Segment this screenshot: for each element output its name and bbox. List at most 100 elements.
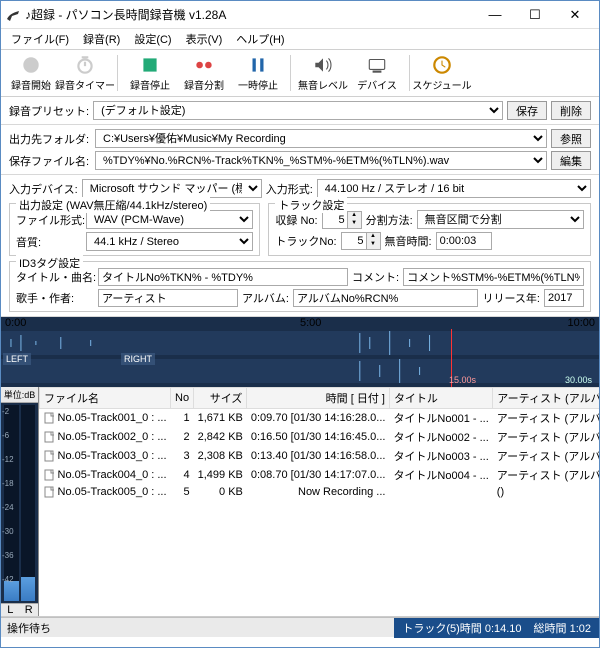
table-row[interactable]: No.05-Track002_0 : ...22,842 KB0:16.50 [… (40, 428, 600, 447)
id3-year-label: リリース年: (482, 290, 540, 306)
quality-select[interactable]: 44.1 kHz / Stereo (86, 232, 253, 251)
waveform-timeaxis: 0:00 5:00 10:00 (1, 317, 599, 329)
silence-label: 無音時間: (385, 233, 432, 249)
maximize-button[interactable]: ☐ (515, 2, 555, 28)
col-artist[interactable]: アーティスト (アルバ (493, 388, 599, 409)
tb-rec-start[interactable]: 録音開始 (7, 54, 55, 92)
meters-filelist-row: 単位:dB -2-6-12-18-24-30-36-42 LR ファイル名 No… (1, 387, 599, 617)
tb-silence[interactable]: 無音レベル (299, 54, 347, 92)
tb-rec-split[interactable]: 録音分割 (180, 54, 228, 92)
silence-icon (312, 54, 334, 76)
infmt-label: 入力形式: (266, 181, 313, 197)
titlebar: ♪超録 - パソコン長時間録音機 v1.28A — ☐ ✕ (1, 1, 599, 29)
tb-pause[interactable]: 一時停止 (234, 54, 282, 92)
id3-album-input[interactable] (293, 289, 479, 307)
col-size[interactable]: サイズ (194, 388, 247, 409)
level-meter: 単位:dB -2-6-12-18-24-30-36-42 LR (1, 387, 39, 616)
split-label: 分割方法: (366, 212, 413, 228)
id3-comment-label: コメント: (352, 269, 399, 285)
split-select[interactable]: 無音区間で分割 (417, 210, 584, 229)
trackno-label: トラックNo: (275, 233, 336, 249)
output-group-title: 出力設定 (WAV無圧縮/44.1kHz/stereo) (16, 197, 210, 213)
menu-help[interactable]: ヘルプ(H) (230, 29, 290, 49)
id3-year-input[interactable] (544, 289, 584, 307)
preset-label: 録音プリセット: (9, 103, 89, 119)
table-row[interactable]: No.05-Track001_0 : ...11,671 KB0:09.70 [… (40, 409, 600, 428)
file-icon (44, 486, 56, 498)
meter-bar-l (4, 405, 19, 601)
waveform-view[interactable]: 0:00 5:00 10:00 LEFT RIGHT 15.00s 30.00s (1, 317, 599, 387)
quality-label: 音質: (16, 234, 82, 250)
outfile-label: 保存ファイル名: (9, 153, 91, 169)
table-row[interactable]: No.05-Track004_0 : ...41,499 KB0:08.70 [… (40, 466, 600, 485)
tb-sep (409, 55, 410, 91)
menu-settings[interactable]: 設定(C) (128, 29, 177, 49)
silence-input[interactable] (436, 232, 492, 250)
id3-title-input[interactable] (98, 268, 348, 286)
tb-device[interactable]: デバイス (353, 54, 401, 92)
outfolder-label: 出力先フォルダ: (9, 131, 91, 147)
split-icon (193, 54, 215, 76)
output-group: 出力設定 (WAV無圧縮/44.1kHz/stereo) ファイル形式:WAV … (9, 203, 260, 256)
indev-label: 入力デバイス: (9, 181, 78, 197)
meter-unit: 単位:dB (1, 387, 38, 403)
timer-icon (74, 54, 96, 76)
col-title[interactable]: タイトル (389, 388, 492, 409)
app-icon (5, 7, 21, 23)
id3-comment-input[interactable] (403, 268, 584, 286)
tb-rec-stop[interactable]: 録音停止 (126, 54, 174, 92)
filefmt-label: ファイル形式: (16, 212, 82, 228)
preset-save-button[interactable]: 保存 (507, 101, 547, 120)
infmt-select[interactable]: 44.100 Hz / ステレオ / 16 bit (317, 179, 591, 198)
col-time[interactable]: 時間 [ 日付 ] (247, 388, 390, 409)
menu-file[interactable]: ファイル(F) (5, 29, 75, 49)
tb-schedule[interactable]: スケジュール (418, 54, 466, 92)
track-group: トラック設定 収録 No: ▲▼ 分割方法: 無音区間で分割 トラックNo: ▲… (268, 203, 591, 256)
pause-icon (247, 54, 269, 76)
close-button[interactable]: ✕ (555, 2, 595, 28)
record-icon (20, 54, 42, 76)
wave-t30: 30.00s (562, 374, 595, 386)
file-list[interactable]: ファイル名 No サイズ 時間 [ 日付 ] タイトル アーティスト (アルバ … (39, 387, 599, 616)
preset-delete-button[interactable]: 削除 (551, 101, 591, 120)
id3-artist-input[interactable] (98, 289, 238, 307)
file-icon (44, 431, 56, 443)
menu-view[interactable]: 表示(V) (180, 29, 229, 49)
wave-t15: 15.00s (446, 374, 479, 386)
table-row[interactable]: No.05-Track005_0 : ...50 KBNow Recording… (40, 485, 600, 500)
id3-album-label: アルバム: (242, 290, 289, 306)
stop-icon (139, 54, 161, 76)
meter-bar-r (21, 405, 36, 601)
col-no[interactable]: No (171, 388, 194, 409)
edit-button[interactable]: 編集 (551, 151, 591, 170)
status-total: 総時間 1:02 (534, 620, 591, 636)
tb-rec-timer[interactable]: 録音タイマー (61, 54, 109, 92)
file-icon (44, 450, 56, 462)
trackno-spinner[interactable]: ▲▼ (341, 232, 381, 250)
outfile-input[interactable]: %TDY%¥No.%RCN%-Track%TKN%_%STM%-%ETM%(%T… (95, 151, 547, 170)
window-title: ♪超録 - パソコン長時間録音機 v1.28A (25, 6, 475, 23)
file-icon (44, 469, 56, 481)
preset-select[interactable]: (デフォルト設定) (93, 101, 503, 120)
meter-l-label: L (1, 603, 20, 616)
toolbar: 録音開始 録音タイマー 録音停止 録音分割 一時停止 無音レベル デバイス スケ… (1, 49, 599, 97)
statusbar: 操作待ち トラック(5)時間 0:14.10 総時間 1:02 (1, 617, 599, 637)
col-filename[interactable]: ファイル名 (40, 388, 171, 409)
minimize-button[interactable]: — (475, 2, 515, 28)
status-left: 操作待ち (1, 620, 394, 636)
id3-group-title: ID3タグ設定 (16, 255, 83, 271)
indev-select[interactable]: Microsoft サウンド マッパー (標準) (82, 179, 262, 198)
menu-rec[interactable]: 録音(R) (77, 29, 126, 49)
id3-artist-label: 歌手・作者: (16, 290, 94, 306)
id3-title-label: タイトル・曲名: (16, 269, 94, 285)
outfolder-input[interactable]: C:¥Users¥優佑¥Music¥My Recording (95, 129, 547, 148)
meter-r-label: R (20, 603, 39, 616)
tb-sep (290, 55, 291, 91)
track-group-title: トラック設定 (275, 197, 347, 213)
browse-button[interactable]: 参照 (551, 129, 591, 148)
tb-sep (117, 55, 118, 91)
recno-spinner[interactable]: ▲▼ (322, 211, 362, 229)
table-row[interactable]: No.05-Track003_0 : ...32,308 KB0:13.40 [… (40, 447, 600, 466)
schedule-icon (431, 54, 453, 76)
wave-right-label: RIGHT (121, 353, 155, 365)
